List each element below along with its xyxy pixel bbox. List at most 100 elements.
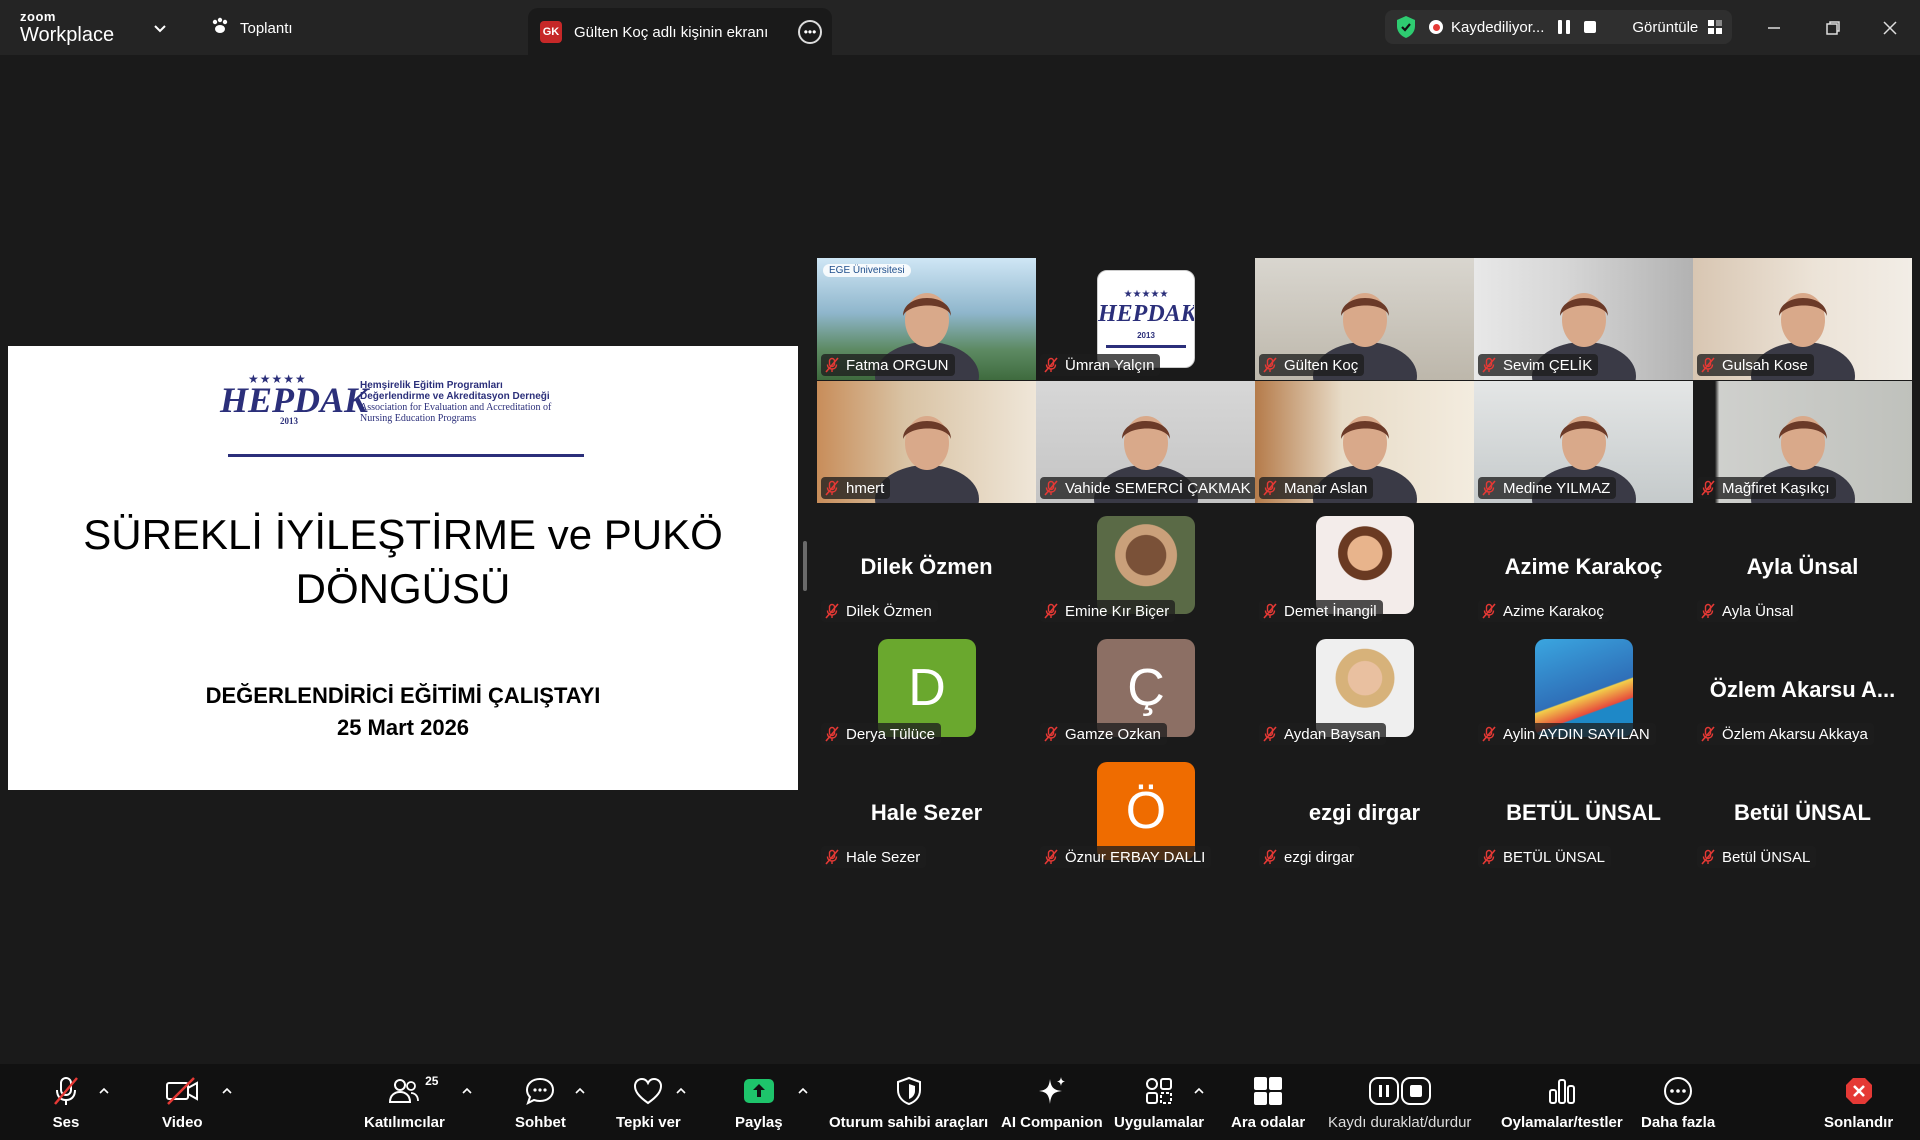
end-meeting-button[interactable]: Sonlandır (1824, 1074, 1893, 1134)
host-tools-button[interactable]: Oturum sahibi araçları (829, 1074, 988, 1134)
view-layout-icon[interactable] (1708, 20, 1723, 34)
recording-controls-label: Kaydı duraklat/durdur (1328, 1114, 1472, 1131)
participant-name: Vahide SEMERCİ ÇAKMAK (1065, 479, 1251, 497)
shield-icon (889, 1074, 929, 1108)
microphone-muted-icon (825, 603, 839, 619)
participant-tile[interactable]: Aydan Baysan (1255, 627, 1474, 749)
participant-tile[interactable]: Mağfiret Kaşıkçı (1693, 381, 1912, 503)
shared-screen: ★★★★★ HEPDAK 2013 Hemşirelik Eğitim Prog… (8, 346, 798, 790)
pause-recording-icon[interactable] (1558, 20, 1572, 34)
participant-tile[interactable]: Azime Karakoç Azime Karakoç (1474, 504, 1693, 626)
participant-name: Manar Aslan (1284, 479, 1368, 497)
participant-tile[interactable]: EGE Üniversitesi Fatma ORGUN (817, 258, 1036, 380)
end-call-icon (1839, 1074, 1879, 1108)
participant-tile[interactable]: Dilek Özmen Dilek Özmen (817, 504, 1036, 626)
chevron-down-icon[interactable] (150, 18, 170, 38)
meeting-tab[interactable]: Toplantı (210, 16, 293, 40)
participant-tile[interactable]: Medine YILMAZ (1474, 381, 1693, 503)
shield-check-icon[interactable] (1395, 15, 1417, 39)
participant-name-tag: Fatma ORGUN (821, 354, 955, 376)
audio-button[interactable]: Ses (46, 1074, 86, 1134)
participant-tile[interactable]: Emine Kır Biçer (1036, 504, 1255, 626)
participant-tile[interactable]: Sevim ÇELİK (1474, 258, 1693, 380)
polls-button[interactable]: Oylamalar/testler (1501, 1074, 1623, 1134)
split-view-handle[interactable] (803, 541, 807, 591)
participant-tile[interactable]: Hale Sezer Hale Sezer (817, 750, 1036, 872)
stop-recording-icon[interactable] (1584, 21, 1597, 33)
participant-tile[interactable]: Gülten Koç (1255, 258, 1474, 380)
participant-name: Gulsah Kose (1722, 356, 1808, 374)
microphone-muted-icon (1263, 726, 1277, 742)
participant-display-name: BETÜL ÜNSAL (1506, 800, 1661, 825)
microphone-muted-icon (825, 726, 839, 742)
react-button[interactable]: Tepki ver (616, 1074, 681, 1134)
more-button[interactable]: Daha fazla (1641, 1074, 1715, 1134)
participant-tile[interactable]: Vahide SEMERCİ ÇAKMAK (1036, 381, 1255, 503)
microphone-muted-icon (1263, 480, 1277, 496)
end-meeting-label: Sonlandır (1824, 1114, 1894, 1131)
participant-tile[interactable]: Demet İnangil (1255, 504, 1474, 626)
participant-tile[interactable]: hmert (817, 381, 1036, 503)
participant-name-tag: Manar Aslan (1259, 477, 1374, 499)
share-options-caret-icon[interactable] (797, 1086, 809, 1096)
view-button[interactable]: Görüntüle (1632, 19, 1698, 36)
participant-display-name: Dilek Özmen (860, 554, 993, 579)
microphone-muted-icon (1701, 726, 1715, 742)
chat-button[interactable]: Sohbet (515, 1074, 566, 1134)
pause-stop-recording-icon (1368, 1074, 1432, 1108)
share-button[interactable]: Paylaş (735, 1074, 783, 1134)
participant-tile[interactable]: Ö Öznur ERBAY DALLI (1036, 750, 1255, 872)
screen-share-tab[interactable]: GK Gülten Koç adlı kişinin ekranı ••• (528, 8, 832, 56)
participant-tile[interactable]: Betül ÜNSAL Betül ÜNSAL (1693, 750, 1912, 872)
recording-controls-button[interactable]: Kaydı duraklat/durdur (1328, 1074, 1471, 1134)
breakout-rooms-button[interactable]: Ara odalar (1231, 1074, 1305, 1134)
participant-display-name: Betül ÜNSAL (1734, 800, 1871, 825)
host-tools-label: Oturum sahibi araçları (829, 1114, 989, 1131)
ai-companion-button[interactable]: AI Companion (1001, 1074, 1103, 1134)
participant-tile[interactable]: ★★★★★ HEPDAK 2013 Ümran Yalçın (1036, 258, 1255, 380)
participant-tile[interactable]: D Derya Tülüce (817, 627, 1036, 749)
ai-companion-label: AI Companion (1001, 1114, 1103, 1131)
share-label: Paylaş (735, 1114, 783, 1131)
react-options-caret-icon[interactable] (675, 1086, 687, 1096)
apps-options-caret-icon[interactable] (1193, 1086, 1205, 1096)
participant-tile[interactable]: BETÜL ÜNSAL BETÜL ÜNSAL (1474, 750, 1693, 872)
participant-name: Gülten Koç (1284, 356, 1359, 374)
participant-tile[interactable]: Gulsah Kose (1693, 258, 1912, 380)
participant-tile[interactable]: Manar Aslan (1255, 381, 1474, 503)
participant-name-tag: Özlem Akarsu Akkaya (1697, 723, 1874, 745)
restore-icon[interactable] (1819, 14, 1847, 42)
microphone-muted-icon (1044, 357, 1058, 373)
sharer-avatar: GK (540, 21, 562, 43)
video-button[interactable]: Video (162, 1074, 203, 1134)
participant-name: Fatma ORGUN (846, 356, 949, 374)
hepdak-logo: ★★★★★ HEPDAK 2013 Hemşirelik Eğitim Prog… (220, 372, 590, 457)
microphone-muted-icon (1044, 603, 1058, 619)
participant-tile[interactable]: ezgi dirgar ezgi dirgar (1255, 750, 1474, 872)
participant-name: Mağfiret Kaşıkçı (1722, 479, 1830, 497)
participant-name: ezgi dirgar (1284, 848, 1355, 866)
participant-name: Gamze Ozkan (1065, 725, 1161, 743)
video-options-caret-icon[interactable] (221, 1086, 233, 1096)
participant-name-tag: Aydan Baysan (1259, 723, 1387, 745)
microphone-muted-icon (1701, 849, 1715, 865)
chat-options-caret-icon[interactable] (574, 1086, 586, 1096)
participants-button[interactable]: 25 Katılımcılar (364, 1074, 445, 1134)
participant-name: Aydan Baysan (1284, 725, 1381, 743)
minimize-icon[interactable] (1760, 14, 1788, 42)
audio-options-caret-icon[interactable] (98, 1086, 110, 1096)
microphone-muted-icon (1482, 480, 1496, 496)
meeting-toolbar: Ses Video 25 Katılımcılar Sohbet Tepki v… (0, 1064, 1920, 1140)
zoom-logo: zoom Workplace (20, 10, 114, 45)
apps-button[interactable]: Uygulamalar (1114, 1074, 1204, 1134)
participant-tile[interactable]: Ayla Ünsal Ayla Ünsal (1693, 504, 1912, 626)
close-icon[interactable] (1876, 14, 1904, 42)
more-options-icon[interactable]: ••• (798, 20, 822, 44)
participant-name-tag: Mağfiret Kaşıkçı (1697, 477, 1836, 499)
participant-tile[interactable]: Özlem Akarsu A... Özlem Akarsu Akkaya (1693, 627, 1912, 749)
participant-tile[interactable]: Aylin AYDIN SAYILAN (1474, 627, 1693, 749)
recording-status: Kaydediliyor... Görüntüle (1385, 10, 1732, 44)
logo-word: HEPDAK (220, 380, 369, 420)
participants-options-caret-icon[interactable] (461, 1086, 473, 1096)
participant-tile[interactable]: Ç Gamze Ozkan (1036, 627, 1255, 749)
